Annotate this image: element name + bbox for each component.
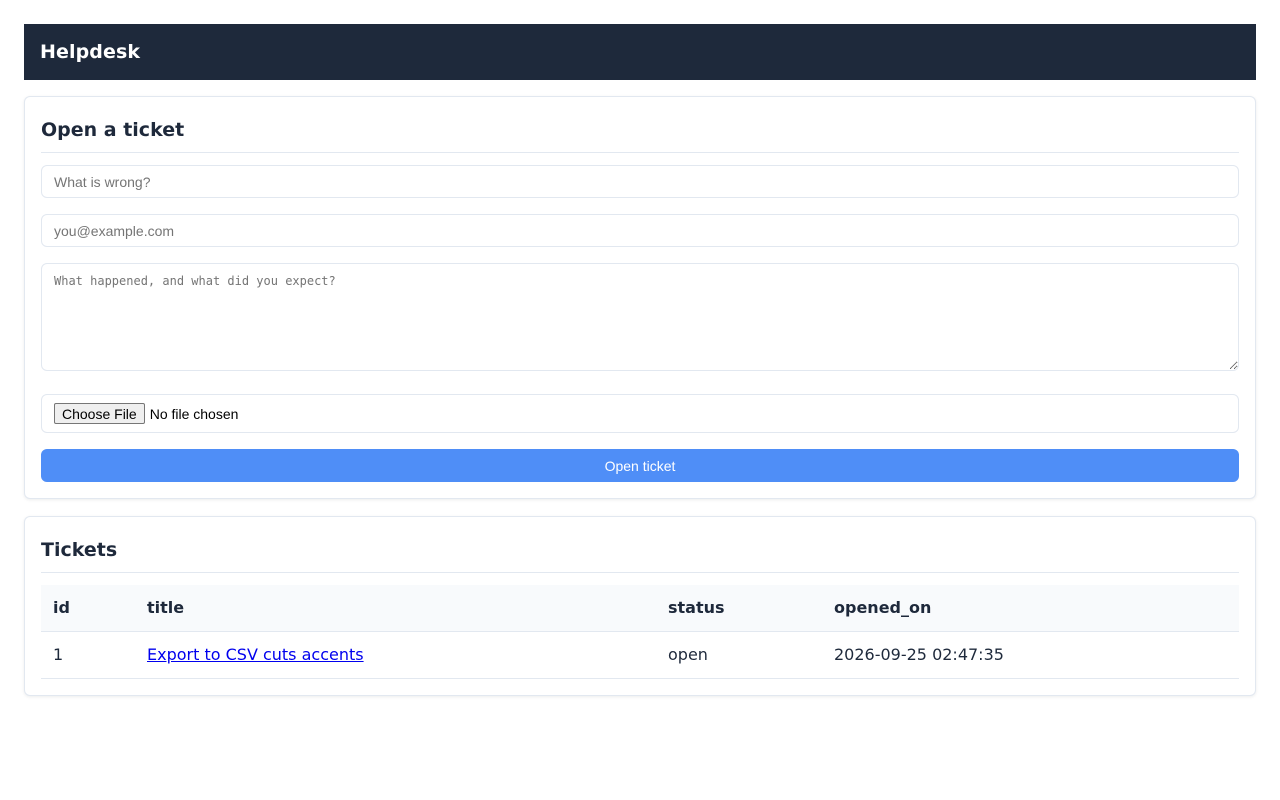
column-header-id: id	[41, 585, 135, 632]
table-row: 1 Export to CSV cuts accents open 2026-0…	[41, 631, 1239, 679]
table-header-row: id title status opened_on	[41, 585, 1239, 632]
file-upload: Choose File No file chosen	[41, 394, 1239, 433]
open-ticket-heading: Open a ticket	[41, 97, 1239, 153]
tickets-card: Tickets id title status opened_on 1 Expo…	[24, 516, 1256, 696]
column-header-opened-on: opened_on	[822, 585, 1239, 632]
tickets-table: id title status opened_on 1 Export to CS…	[41, 585, 1239, 679]
cell-title: Export to CSV cuts accents	[135, 631, 656, 679]
column-header-status: status	[656, 585, 822, 632]
cell-status: open	[656, 631, 822, 679]
choose-file-button[interactable]: Choose File	[54, 403, 145, 424]
email-input[interactable]	[41, 214, 1239, 247]
column-header-title: title	[135, 585, 656, 632]
tickets-heading: Tickets	[41, 517, 1239, 573]
ticket-title-link[interactable]: Export to CSV cuts accents	[147, 645, 364, 664]
cell-opened-on: 2026-09-25 02:47:35	[822, 631, 1239, 679]
app: Helpdesk Open a ticket Choose File No fi…	[24, 24, 1256, 696]
open-ticket-button[interactable]: Open ticket	[41, 449, 1239, 482]
description-textarea[interactable]	[41, 263, 1239, 371]
cell-id: 1	[41, 631, 135, 679]
file-status: No file chosen	[149, 405, 239, 422]
ticket-title-input[interactable]	[41, 165, 1239, 198]
open-ticket-card: Open a ticket Choose File No file chosen…	[24, 96, 1256, 499]
brand-title: Helpdesk	[40, 41, 141, 63]
top-bar: Helpdesk	[24, 24, 1256, 80]
